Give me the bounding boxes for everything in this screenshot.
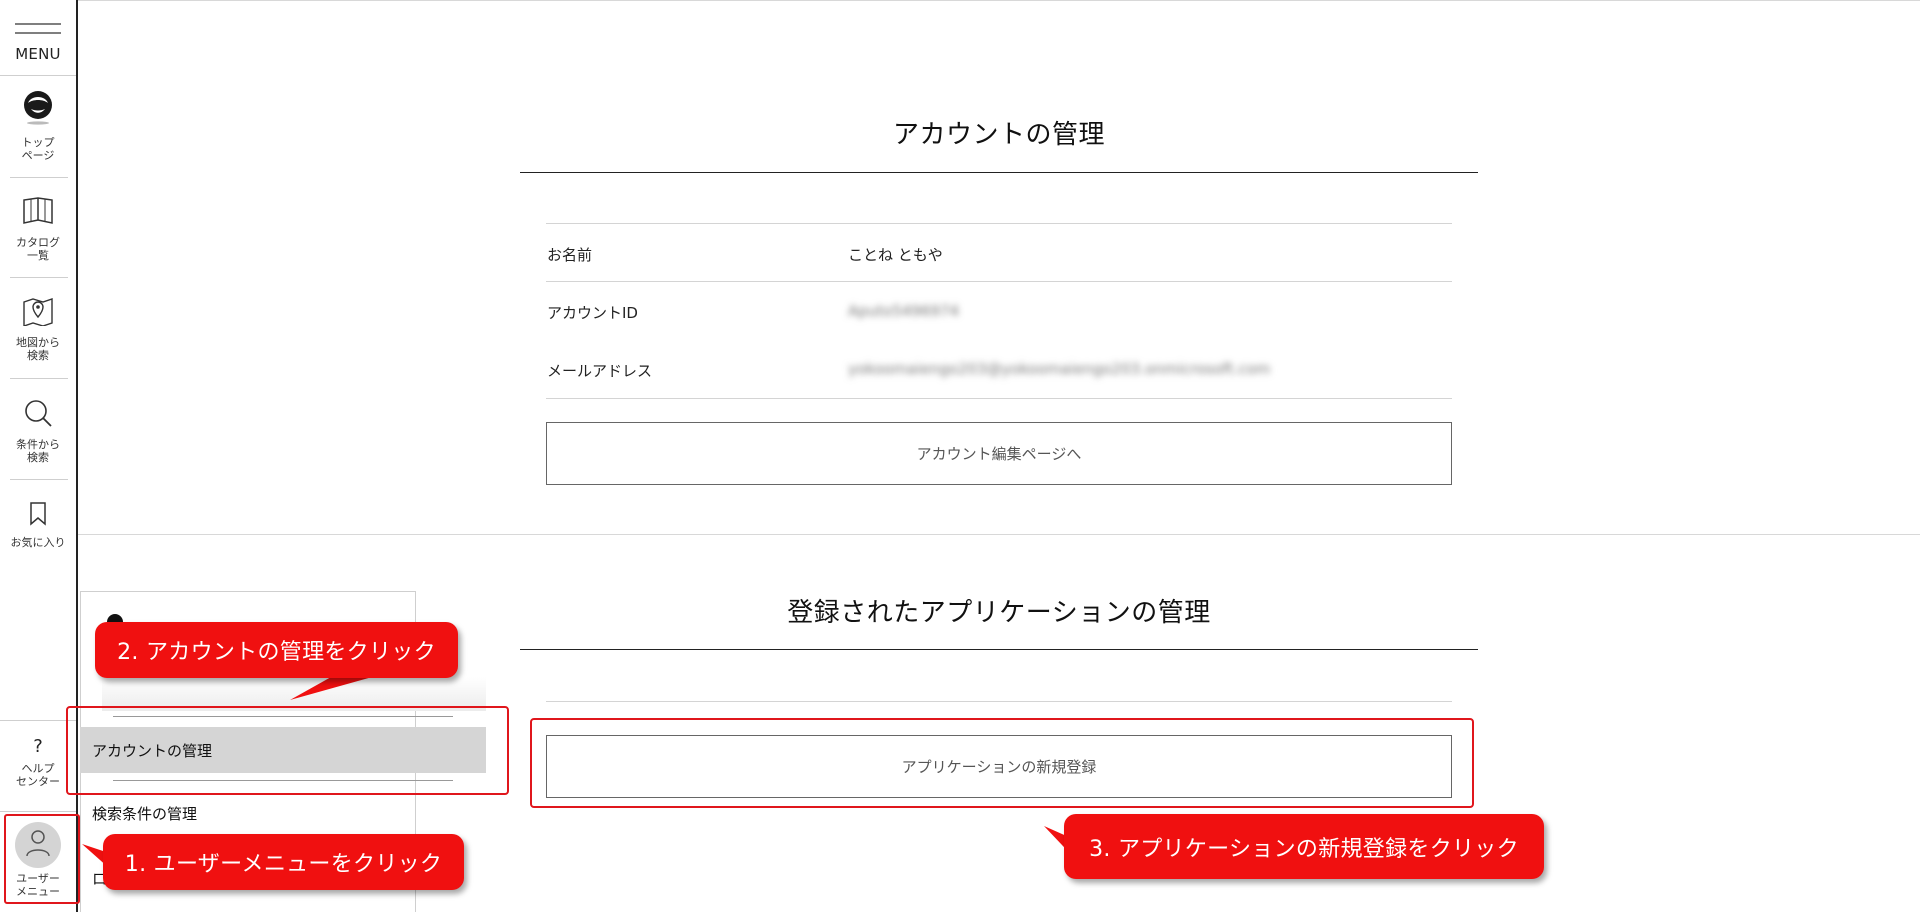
top-border	[78, 0, 1920, 1]
dropdown-item-search-conditions[interactable]: 検索条件の管理	[80, 790, 486, 836]
sidebar-divider	[10, 479, 68, 480]
sidebar-item-label: カタログ 一覧	[16, 236, 60, 262]
sidebar-item-map-search[interactable]: 地図から 検索	[0, 296, 76, 362]
menu-label: MENU	[15, 45, 61, 63]
row-divider	[546, 281, 1452, 282]
annotation-step-3: 3. アプリケーションの新規登録をクリック	[1064, 814, 1544, 879]
applications-section-title: 登録されたアプリケーションの管理	[787, 598, 1211, 628]
bookmark-icon	[28, 502, 48, 530]
sidebar-item-top-page[interactable]: トップ ページ	[0, 90, 76, 162]
hamburger-icon	[15, 20, 61, 39]
sidebar-item-catalog[interactable]: カタログ 一覧	[0, 196, 76, 262]
edit-account-button[interactable]: アカウント編集ページへ	[546, 422, 1452, 485]
sidebar-divider	[10, 277, 68, 278]
sidebar-item-label: お気に入り	[10, 536, 66, 549]
email-label: メールアドレス	[547, 362, 653, 380]
map-pin-icon	[22, 296, 54, 330]
email-value: yokoomaiengo203@yokoomaiengo203.onmicros…	[848, 360, 1271, 378]
sidebar-item-help-center[interactable]: ? ヘルプ センター	[0, 736, 76, 788]
annotation-step-1: 1. ユーザーメニューをクリック	[103, 834, 464, 890]
logo-icon	[21, 90, 55, 130]
sidebar-item-label: ヘルプ センター	[16, 762, 60, 788]
sidebar-item-favorites[interactable]: お気に入り	[0, 502, 76, 549]
name-value: ことね ともや	[848, 246, 943, 264]
account-id-value: Aputo5496974	[848, 302, 960, 320]
new-application-highlight	[530, 718, 1474, 808]
sidebar-divider	[0, 720, 76, 721]
section-divider	[78, 534, 1920, 535]
title-underline	[520, 172, 1478, 173]
title-underline	[520, 649, 1478, 650]
account-id-label: アカウントID	[547, 304, 638, 322]
book-icon	[22, 196, 54, 230]
row-divider	[546, 398, 1452, 399]
sidebar-item-label: 地図から 検索	[16, 336, 60, 362]
row-divider	[546, 223, 1452, 224]
sidebar-item-label: 条件から 検索	[16, 438, 60, 464]
user-menu-highlight	[4, 814, 80, 904]
row-divider	[546, 701, 1452, 702]
annotation-text: 3. アプリケーションの新規登録をクリック	[1089, 836, 1519, 862]
menu-button[interactable]: MENU	[0, 20, 76, 63]
name-label: お名前	[547, 246, 593, 264]
annotation-step-2: 2. アカウントの管理をクリック	[95, 622, 458, 678]
sidebar-divider	[10, 177, 68, 178]
sidebar-divider	[10, 378, 68, 379]
search-icon	[23, 398, 53, 432]
account-section-title: アカウントの管理	[892, 120, 1105, 150]
help-icon: ?	[33, 736, 43, 757]
sidebar-divider	[0, 811, 76, 812]
dropdown-item-label: 検索条件の管理	[92, 804, 198, 823]
sidebar-item-label: トップ ページ	[21, 136, 55, 162]
annotation-text: 2. アカウントの管理をクリック	[117, 640, 436, 665]
account-management-highlight	[66, 706, 509, 795]
annotation-text: 1. ユーザーメニューをクリック	[124, 852, 443, 877]
sidebar-item-condition-search[interactable]: 条件から 検索	[0, 398, 76, 464]
sidebar-divider	[0, 75, 76, 76]
